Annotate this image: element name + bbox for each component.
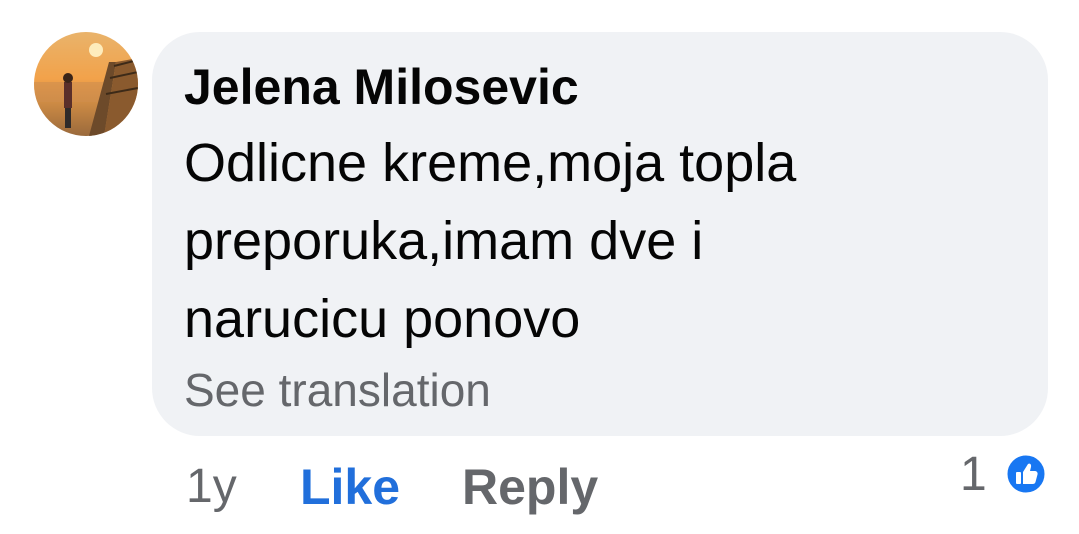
comment: Jelena Milosevic Odlicne kreme,moja topl… [0,0,1079,534]
reply-button[interactable]: Reply [462,454,598,520]
like-button[interactable]: Like [300,454,400,520]
reaction-count: 1 [960,448,987,501]
see-translation-link[interactable]: See translation [184,360,491,420]
comment-age: 1y [186,460,237,513]
comment-text-line: Odlicne kreme,moja topla [184,133,797,193]
comment-text-line: preporuka,imam dve i [184,211,704,271]
like-thumb-icon [1004,452,1048,496]
comment-actions: 1y Like Reply [0,454,1079,520]
comment-text-line: narucicu ponovo [184,289,581,349]
comment-text: Odlicne kreme,moja topla preporuka,imam … [184,124,1004,358]
avatar-photo [34,32,138,136]
avatar[interactable] [34,32,138,136]
comment-author[interactable]: Jelena Milosevic [184,56,579,118]
